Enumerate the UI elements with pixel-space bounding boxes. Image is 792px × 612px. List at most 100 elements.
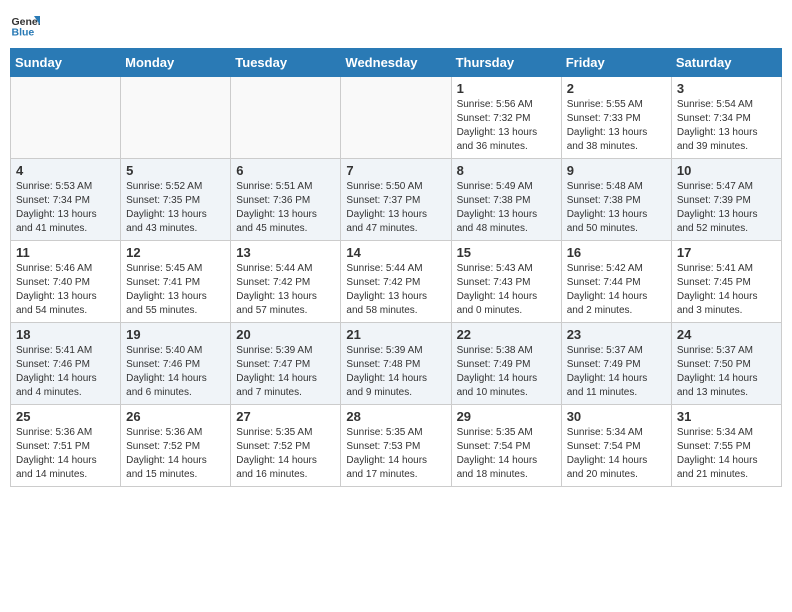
day-number: 6 <box>236 163 335 178</box>
day-info: Sunrise: 5:51 AMSunset: 7:36 PMDaylight:… <box>236 180 335 236</box>
day-of-week-header: Tuesday <box>231 49 341 77</box>
day-number: 16 <box>567 245 666 260</box>
day-number: 28 <box>346 409 445 424</box>
calendar-day-cell: 3Sunrise: 5:54 AMSunset: 7:34 PMDaylight… <box>671 77 781 159</box>
day-of-week-header: Wednesday <box>341 49 451 77</box>
calendar-day-cell: 29 Sunrise: 5:35 AMSunset: 7:54 PMDayligh… <box>451 405 561 487</box>
calendar-day-cell: 30Sunrise: 5:34 AMSunset: 7:54 PMDayligh… <box>561 405 671 487</box>
day-info: Sunrise: 5:56 AMSunset: 7:32 PMDaylight:… <box>457 98 556 154</box>
day-info: Sunrise: 5:44 AMSunset: 7:42 PMDaylight:… <box>346 262 445 318</box>
day-of-week-header: Friday <box>561 49 671 77</box>
calendar-week-row: 18 Sunrise: 5:41 AMSunset: 7:46 PMDayligh… <box>11 323 782 405</box>
day-info: Sunrise: 5:48 AMSunset: 7:38 PMDaylight:… <box>567 180 666 236</box>
day-number: 5 <box>126 163 225 178</box>
day-info: Sunrise: 5:35 AMSunset: 7:52 PMDaylight:… <box>236 426 335 482</box>
header: General Blue <box>10 10 782 40</box>
calendar-day-cell: 12Sunrise: 5:45 AMSunset: 7:41 PMDayligh… <box>121 241 231 323</box>
day-number: 25 <box>16 409 115 424</box>
calendar-week-row: 25 Sunrise: 5:36 AMSunset: 7:51 PMDayligh… <box>11 405 782 487</box>
calendar-day-cell: 9 Sunrise: 5:48 AMSunset: 7:38 PMDaylight… <box>561 159 671 241</box>
calendar-day-cell: 1 Sunrise: 5:56 AMSunset: 7:32 PMDaylight… <box>451 77 561 159</box>
day-number: 3 <box>677 81 776 96</box>
calendar-day-cell: 11Sunrise: 5:46 AMSunset: 7:40 PMDayligh… <box>11 241 121 323</box>
calendar-day-cell <box>231 77 341 159</box>
day-number: 13 <box>236 245 335 260</box>
calendar: SundayMondayTuesdayWednesdayThursdayFrid… <box>10 48 782 487</box>
svg-text:Blue: Blue <box>12 27 35 39</box>
day-info: Sunrise: 5:47 AMSunset: 7:39 PMDaylight:… <box>677 180 776 236</box>
day-info: Sunrise: 5:55 AMSunset: 7:33 PMDaylight:… <box>567 98 666 154</box>
calendar-day-cell: 4Sunrise: 5:53 AMSunset: 7:34 PMDaylight… <box>11 159 121 241</box>
day-number: 7 <box>346 163 445 178</box>
day-info: Sunrise: 5:49 AMSunset: 7:38 PMDaylight:… <box>457 180 556 236</box>
calendar-day-cell: 23 Sunrise: 5:37 AMSunset: 7:49 PMDayligh… <box>561 323 671 405</box>
day-info: Sunrise: 5:38 AMSunset: 7:49 PMDaylight:… <box>457 344 556 400</box>
day-info: Sunrise: 5:35 AMSunset: 7:53 PMDaylight:… <box>346 426 445 482</box>
day-info: Sunrise: 5:37 AMSunset: 7:50 PMDaylight:… <box>677 344 776 400</box>
calendar-week-row: 4Sunrise: 5:53 AMSunset: 7:34 PMDaylight… <box>11 159 782 241</box>
calendar-day-cell: 14 Sunrise: 5:44 AMSunset: 7:42 PMDayligh… <box>341 241 451 323</box>
calendar-day-cell: 10 Sunrise: 5:47 AMSunset: 7:39 PMDayligh… <box>671 159 781 241</box>
day-info: Sunrise: 5:37 AMSunset: 7:49 PMDaylight:… <box>567 344 666 400</box>
day-info: Sunrise: 5:43 AMSunset: 7:43 PMDaylight:… <box>457 262 556 318</box>
logo: General Blue <box>10 10 40 40</box>
day-info: Sunrise: 5:35 AMSunset: 7:54 PMDaylight:… <box>457 426 556 482</box>
day-number: 21 <box>346 327 445 342</box>
day-number: 10 <box>677 163 776 178</box>
day-of-week-header: Sunday <box>11 49 121 77</box>
calendar-day-cell: 19 Sunrise: 5:40 AMSunset: 7:46 PMDayligh… <box>121 323 231 405</box>
day-number: 24 <box>677 327 776 342</box>
day-number: 1 <box>457 81 556 96</box>
day-info: Sunrise: 5:46 AMSunset: 7:40 PMDaylight:… <box>16 262 115 318</box>
day-number: 30 <box>567 409 666 424</box>
calendar-day-cell: 21Sunrise: 5:39 AMSunset: 7:48 PMDayligh… <box>341 323 451 405</box>
calendar-day-cell <box>341 77 451 159</box>
day-of-week-header: Monday <box>121 49 231 77</box>
day-info: Sunrise: 5:41 AMSunset: 7:46 PMDaylight:… <box>16 344 115 400</box>
calendar-day-cell <box>11 77 121 159</box>
calendar-day-cell: 27 Sunrise: 5:35 AMSunset: 7:52 PMDayligh… <box>231 405 341 487</box>
day-number: 29 <box>457 409 556 424</box>
calendar-day-cell: 8Sunrise: 5:49 AMSunset: 7:38 PMDaylight… <box>451 159 561 241</box>
calendar-day-cell: 24 Sunrise: 5:37 AMSunset: 7:50 PMDayligh… <box>671 323 781 405</box>
day-number: 31 <box>677 409 776 424</box>
calendar-day-cell: 25 Sunrise: 5:36 AMSunset: 7:51 PMDayligh… <box>11 405 121 487</box>
day-info: Sunrise: 5:52 AMSunset: 7:35 PMDaylight:… <box>126 180 225 236</box>
calendar-day-cell: 5 Sunrise: 5:52 AMSunset: 7:35 PMDaylight… <box>121 159 231 241</box>
day-info: Sunrise: 5:40 AMSunset: 7:46 PMDaylight:… <box>126 344 225 400</box>
day-info: Sunrise: 5:53 AMSunset: 7:34 PMDaylight:… <box>16 180 115 236</box>
day-number: 22 <box>457 327 556 342</box>
day-of-week-header: Saturday <box>671 49 781 77</box>
day-number: 23 <box>567 327 666 342</box>
calendar-week-row: 11Sunrise: 5:46 AMSunset: 7:40 PMDayligh… <box>11 241 782 323</box>
calendar-day-cell: 22 Sunrise: 5:38 AMSunset: 7:49 PMDayligh… <box>451 323 561 405</box>
calendar-day-cell: 13Sunrise: 5:44 AMSunset: 7:42 PMDayligh… <box>231 241 341 323</box>
calendar-day-cell: 6 Sunrise: 5:51 AMSunset: 7:36 PMDaylight… <box>231 159 341 241</box>
day-number: 18 <box>16 327 115 342</box>
calendar-day-cell: 7 Sunrise: 5:50 AMSunset: 7:37 PMDaylight… <box>341 159 451 241</box>
calendar-day-cell: 18 Sunrise: 5:41 AMSunset: 7:46 PMDayligh… <box>11 323 121 405</box>
day-number: 17 <box>677 245 776 260</box>
day-number: 20 <box>236 327 335 342</box>
day-info: Sunrise: 5:50 AMSunset: 7:37 PMDaylight:… <box>346 180 445 236</box>
calendar-day-cell: 28 Sunrise: 5:35 AMSunset: 7:53 PMDayligh… <box>341 405 451 487</box>
calendar-day-cell <box>121 77 231 159</box>
day-info: Sunrise: 5:41 AMSunset: 7:45 PMDaylight:… <box>677 262 776 318</box>
day-of-week-header: Thursday <box>451 49 561 77</box>
calendar-week-row: 1 Sunrise: 5:56 AMSunset: 7:32 PMDaylight… <box>11 77 782 159</box>
day-number: 12 <box>126 245 225 260</box>
day-info: Sunrise: 5:36 AMSunset: 7:52 PMDaylight:… <box>126 426 225 482</box>
day-info: Sunrise: 5:39 AMSunset: 7:47 PMDaylight:… <box>236 344 335 400</box>
day-number: 27 <box>236 409 335 424</box>
day-number: 9 <box>567 163 666 178</box>
day-number: 19 <box>126 327 225 342</box>
day-number: 26 <box>126 409 225 424</box>
calendar-day-cell: 17 Sunrise: 5:41 AMSunset: 7:45 PMDayligh… <box>671 241 781 323</box>
day-info: Sunrise: 5:36 AMSunset: 7:51 PMDaylight:… <box>16 426 115 482</box>
calendar-day-cell: 15Sunrise: 5:43 AMSunset: 7:43 PMDayligh… <box>451 241 561 323</box>
day-info: Sunrise: 5:34 AMSunset: 7:55 PMDaylight:… <box>677 426 776 482</box>
day-number: 2 <box>567 81 666 96</box>
day-number: 14 <box>346 245 445 260</box>
logo-icon: General Blue <box>10 10 40 40</box>
day-info: Sunrise: 5:42 AMSunset: 7:44 PMDaylight:… <box>567 262 666 318</box>
